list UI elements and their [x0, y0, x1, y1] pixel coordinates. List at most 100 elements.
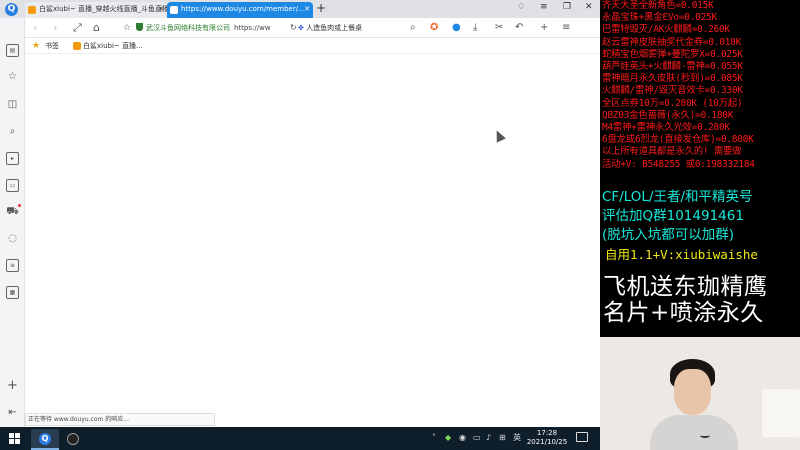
scissors-icon[interactable]: ✂: [495, 21, 503, 35]
address-field[interactable]: 武汉斗鱼网络科技有限公司 https://ww: [136, 20, 311, 36]
search-icon[interactable]: ⌕: [410, 21, 416, 35]
notes-icon[interactable]: ≡: [6, 259, 19, 272]
big-promo-line: 飞机送东珈精鹰: [603, 274, 768, 300]
mouse-cursor-icon: [492, 128, 506, 143]
promo-price-list: 齐天大圣全新角色=0.015K 永晶宝珠+黑金EVo=0.025K 巴雷特毁灭/AK…: [602, 0, 800, 171]
book-icon[interactable]: ◫: [6, 98, 19, 111]
search-sidebar-icon[interactable]: ⌕: [6, 125, 19, 138]
promo-line: 6盘龙或6烈龙(直接发仓库)=0.800K: [602, 134, 754, 146]
douyu-favicon-icon: [28, 6, 36, 14]
skin-icon[interactable]: ♢: [517, 2, 525, 12]
promo-line: 全区点券10万=0.280K (10万起): [602, 97, 743, 109]
big-promo-line: 名片+喷涂永久: [603, 300, 764, 326]
taskbar-obs[interactable]: [59, 429, 87, 450]
secure-shield-icon: [136, 23, 143, 31]
bookmarks-label[interactable]: 书签: [45, 38, 59, 54]
home-icon[interactable]: ⌂: [93, 21, 100, 35]
ad-line: CF/LOL/王者/和平精英号: [602, 189, 753, 205]
more-menu-icon[interactable]: ≡: [562, 21, 570, 35]
network-icon[interactable]: ▭: [473, 433, 481, 443]
ime-mode-icon[interactable]: ⊞: [499, 433, 506, 443]
promo-line: 赵云雷神皮肤抽奖代金券=0.010K: [602, 36, 742, 48]
search-suggestion: 人造鱼肉或上餐桌: [306, 24, 363, 32]
bookmarks-bar: ★ 书签 白鲨xiubi~ 直播...: [25, 38, 600, 54]
toolbox-icon[interactable]: ▭: [6, 179, 19, 192]
volume-icon[interactable]: ♪: [486, 433, 491, 443]
collapse-sidebar-icon[interactable]: ⇤: [6, 406, 19, 419]
paw-search-icon: ✤: [298, 24, 304, 32]
tray-app-icon[interactable]: ◉: [459, 433, 466, 443]
ad-line: (脱坑入坑都可以加群): [602, 227, 735, 243]
qq-browser-logo-icon[interactable]: Q: [5, 3, 18, 16]
tab-bar: Q 白鲨xiubi~ 直播_穿越火线直播_斗鱼直播 ✕ https://www.…: [0, 0, 600, 18]
promo-line: 葫芦娃英头+火麒麟-雷神=0.055K: [602, 61, 743, 73]
browser-window: Q 白鲨xiubi~ 直播_穿越火线直播_斗鱼直播 ✕ https://www.…: [0, 0, 600, 427]
favorites-star-icon[interactable]: ☆: [6, 70, 19, 83]
ad-line: 评估加Q群101491461: [602, 208, 744, 224]
promo-line: 活动+V: B548255 或0:198332184: [602, 158, 755, 170]
close-tab-icon[interactable]: ✕: [304, 2, 310, 16]
promo-line: 巴雷特毁灭/AK火麒麟=0.260K: [602, 24, 730, 36]
bookmarks-star-icon: ★: [32, 41, 41, 51]
tray-expand-icon[interactable]: ˄: [432, 433, 436, 443]
streamer-hoodie: [650, 415, 738, 450]
taskbar-qq-browser[interactable]: Q: [31, 429, 59, 450]
status-bar: 正在等待 www.douyu.com 的响应...: [25, 413, 215, 426]
restore-window-icon[interactable]: ❐: [563, 2, 571, 12]
new-tab-button[interactable]: +: [316, 1, 326, 15]
close-window-icon[interactable]: ✕: [585, 2, 593, 12]
self-use-contact: 自用1.1+V:xiubiwaishe: [605, 247, 758, 262]
back-icon[interactable]: ‹: [33, 21, 37, 35]
ring-light: [762, 389, 800, 437]
streamer-face: [674, 369, 711, 415]
notification-icon[interactable]: [576, 432, 588, 442]
download-icon[interactable]: ⤓: [473, 21, 477, 35]
message-icon[interactable]: ◌: [6, 232, 19, 245]
promo-line: 蛇精宝色烟雾弹+曼陀罗X=0.025K: [602, 48, 743, 60]
promo-line: 永晶宝珠+黑金EVo=0.025K: [602, 12, 717, 24]
gallery-icon[interactable]: ▦: [6, 286, 19, 299]
page-content[interactable]: 正在等待 www.douyu.com 的响应...: [25, 55, 600, 427]
sidebar: ▤ ☆ ◫ ⌕ ▸ ▭ ⛟ ◌ ≡ ▦ + ⇤: [0, 18, 25, 427]
webcam-feed: [600, 337, 800, 450]
search-field[interactable]: ✤ 人造鱼肉或上餐桌: [298, 20, 408, 36]
forward-icon[interactable]: ›: [53, 21, 57, 35]
fullscreen-icon[interactable]: ⤢: [73, 21, 82, 35]
promo-line: 以上所有道具都是永久的! 需要做: [602, 146, 742, 158]
bookmark-star-icon[interactable]: ☆: [123, 21, 131, 35]
tab-douyu-stream[interactable]: 白鲨xiubi~ 直播_穿越火线直播_斗鱼直播 ✕: [25, 2, 167, 18]
stream-overlay-panel: 齐天大圣全新角色=0.015K 永晶宝珠+黑金EVo=0.025K 巴雷特毁灭/AK…: [600, 0, 800, 337]
close-tab-icon[interactable]: ✕: [158, 2, 164, 16]
reader-icon[interactable]: ▤: [6, 44, 19, 57]
add-sidebar-icon[interactable]: +: [6, 379, 19, 392]
tab-label: https://www.douyu.com/member/…: [181, 5, 306, 13]
screen: Q 白鲨xiubi~ 直播_穿越火线直播_斗鱼直播 ✕ https://www.…: [0, 0, 800, 450]
reload-icon[interactable]: ↻: [290, 21, 297, 35]
windows-start-icon[interactable]: [9, 433, 20, 444]
promo-line: QBZ03金色蔷薇(永久)=0.180K: [602, 109, 734, 121]
promo-line: M4雷神+雷神永久光效=0.280K: [602, 122, 730, 134]
ime-language[interactable]: 英: [513, 433, 521, 443]
tab-douyu-member[interactable]: https://www.douyu.com/member/… ✕: [167, 2, 313, 18]
obs-icon: [67, 433, 79, 445]
shopping-cart-icon[interactable]: ⛟: [6, 204, 21, 218]
game-controller-icon[interactable]: ✪: [430, 21, 438, 35]
clock-time: 17:28: [536, 429, 558, 437]
system-clock[interactable]: 17:28 2021/10/25: [522, 429, 572, 447]
hoodie-logo: [700, 433, 710, 438]
douyu-favicon-icon: [73, 42, 81, 50]
promo-line: 齐天大圣全新角色=0.015K: [602, 0, 714, 11]
undo-icon[interactable]: ↶: [515, 21, 523, 35]
big-promo: 飞机送东珈精鹰 名片+喷涂永久: [603, 274, 800, 326]
clock-date: 2021/10/25: [526, 438, 568, 446]
add-icon[interactable]: +: [540, 21, 548, 35]
nvidia-icon[interactable]: ◆: [445, 433, 451, 443]
video-icon[interactable]: ▸: [6, 152, 19, 165]
bookmark-item[interactable]: 白鲨xiubi~ 直播...: [83, 38, 143, 54]
navigation-bar: ‹ › ⤢ ⌂ ☆ 武汉斗鱼网络科技有限公司 https://ww ↻ ✤ 人造鱼…: [0, 18, 600, 38]
chat-icon[interactable]: ●: [452, 21, 461, 35]
tab-label: 白鲨xiubi~ 直播_穿越火线直播_斗鱼直播: [39, 5, 167, 13]
site-owner-label: 武汉斗鱼网络科技有限公司: [146, 24, 230, 32]
promo-line: 雷神暗月永久皮肤(秒到)=0.085K: [602, 73, 743, 85]
menu-icon[interactable]: ≡: [540, 2, 548, 12]
